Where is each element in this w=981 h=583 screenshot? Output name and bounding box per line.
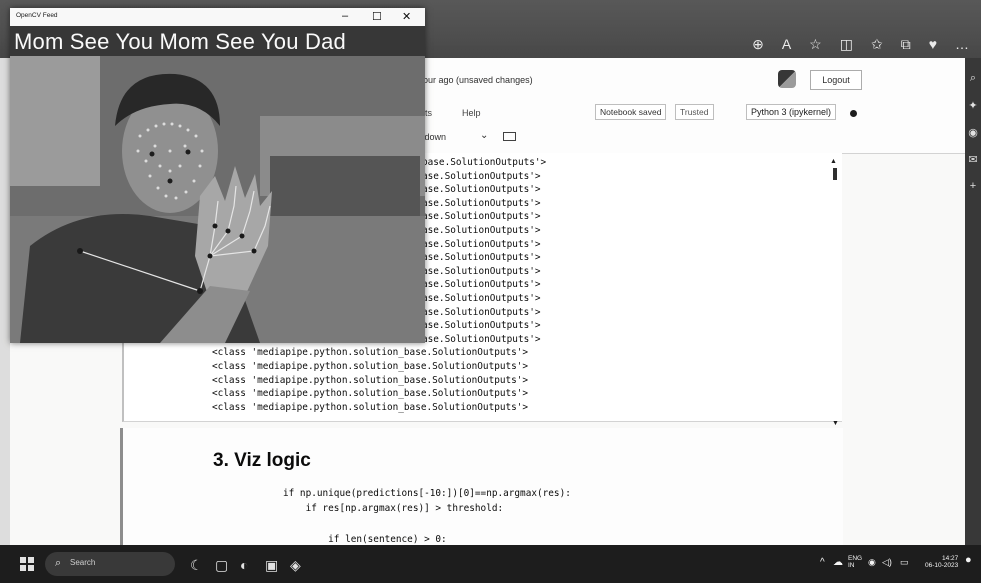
favorite-star-icon[interactable]: ☆ — [809, 36, 822, 53]
photos-icon[interactable]: ◈ — [290, 557, 301, 574]
read-aloud-icon[interactable]: A — [782, 36, 791, 53]
trusted-indicator[interactable]: Trusted — [675, 104, 714, 120]
search-icon: ⌕ — [55, 557, 62, 569]
output-line: <class 'mediapipe.python.solution_base.S… — [212, 374, 529, 386]
clock-time: 14:27 — [941, 555, 959, 562]
clock[interactable]: 14:27 06-10-2023 — [925, 555, 958, 569]
taskbar: ⌕ Search ☾ ▢ ◐ ▣ ◈ ^ ☁ ENG IN ◉ ◁) ▭ 14:2… — [0, 545, 981, 583]
tools-sidebar-icon[interactable]: ✦ — [965, 99, 981, 112]
scroll-down-icon[interactable]: ▼ — [832, 420, 839, 427]
start-icon[interactable] — [20, 557, 34, 571]
prediction-banner: Mom See You Mom See You Dad — [10, 26, 425, 56]
window-title: OpenCV Feed — [16, 12, 58, 19]
checkpoint-status: hour ago (unsaved changes) — [418, 75, 533, 85]
logout-button[interactable]: Logout — [810, 70, 862, 90]
output-scrollbar[interactable] — [833, 168, 837, 180]
browser-sidebar: ⌕ ✦ ◉ ✉ + — [965, 58, 981, 545]
edge-browser-icon[interactable]: ◐ — [240, 557, 248, 573]
output-line: <class 'mediapipe.python.solution_base.S… — [212, 401, 529, 413]
volume-icon[interactable]: ◁) — [882, 558, 892, 567]
taskbar-search[interactable] — [45, 552, 175, 576]
browser-toolbar-icons: ⊕ A ☆ ◫ ✩ ⧉ ♥ … — [752, 36, 969, 53]
window-titlebar[interactable]: OpenCV Feed – ☐ ✕ — [10, 8, 425, 26]
markdown-heading: 3. Viz logic — [213, 450, 311, 471]
region-code: IN — [848, 562, 855, 569]
output-line: <class 'mediapipe.python.solution_base.S… — [212, 360, 529, 372]
camera-feed: Mom See You Mom See You Dad — [10, 26, 425, 343]
language-indicator[interactable]: ENG IN — [848, 555, 862, 569]
notebook-saved-indicator: Notebook saved — [595, 104, 667, 120]
clock-date: 06-10-2023 — [925, 562, 959, 569]
scroll-up-icon[interactable]: ▲ — [830, 158, 837, 165]
wifi-icon[interactable]: ◉ — [868, 558, 876, 567]
add-sidebar-icon[interactable]: + — [965, 180, 981, 192]
search-sidebar-icon[interactable]: ⌕ — [965, 72, 981, 85]
minimize-icon[interactable]: – — [342, 10, 348, 22]
camera-frame-image — [10, 26, 425, 343]
task-view-icon[interactable]: ▢ — [215, 557, 228, 574]
battery-icon[interactable]: ▭ — [900, 558, 909, 567]
opencv-feed-window[interactable]: OpenCV Feed – ☐ ✕ Mom See You Mom See Yo… — [10, 8, 425, 343]
collections-icon[interactable]: ⧉ — [901, 36, 911, 53]
python-logo-icon — [778, 70, 796, 88]
keyboard-icon[interactable] — [503, 132, 516, 141]
favorites-icon[interactable]: ✩ — [871, 36, 883, 53]
taskbar-search-label: Search — [70, 558, 96, 567]
close-icon[interactable]: ✕ — [402, 10, 411, 23]
markdown-code-cell[interactable]: 3. Viz logic if np.unique(predictions[-1… — [120, 428, 843, 545]
split-screen-icon[interactable]: ◫ — [840, 36, 853, 53]
chevron-down-icon[interactable]: ⌄ — [480, 130, 488, 141]
office-sidebar-icon[interactable]: ◉ — [965, 126, 981, 139]
maximize-icon[interactable]: ☐ — [372, 10, 382, 23]
kernel-status-icon — [850, 110, 857, 117]
widgets-icon[interactable]: ☾ — [190, 557, 203, 574]
menu-help[interactable]: Help — [462, 108, 481, 118]
more-menu-icon[interactable]: … — [955, 36, 969, 53]
code-line: if np.unique(predictions[-10:])[0]==np.a… — [283, 488, 571, 499]
outlook-sidebar-icon[interactable]: ✉ — [965, 153, 981, 166]
output-line: <class 'mediapipe.python.solution_base.S… — [212, 347, 529, 359]
desktop-screen: ⊕ A ☆ ◫ ✩ ⧉ ♥ … ⌕ ✦ ◉ ✉ + hour ago (unsa… — [0, 0, 981, 583]
zoom-icon[interactable]: ⊕ — [752, 36, 764, 53]
notification-icon[interactable]: ● — [965, 555, 972, 566]
predicted-sentence: Mom See You Mom See You Dad — [14, 29, 346, 54]
code-line: if len(sentence) > 0: — [283, 534, 447, 545]
output-line: <class 'mediapipe.python.solution_base.S… — [212, 388, 529, 400]
file-explorer-icon[interactable]: ▣ — [265, 557, 278, 574]
tray-chevron-icon[interactable]: ^ — [820, 558, 825, 568]
cloud-icon[interactable]: ☁ — [833, 558, 843, 568]
heart-icon[interactable]: ♥ — [929, 36, 937, 53]
language-code: ENG — [848, 555, 863, 562]
code-line: if res[np.argmax(res)] > threshold: — [283, 503, 504, 514]
kernel-name[interactable]: Python 3 (ipykernel) — [746, 104, 837, 120]
